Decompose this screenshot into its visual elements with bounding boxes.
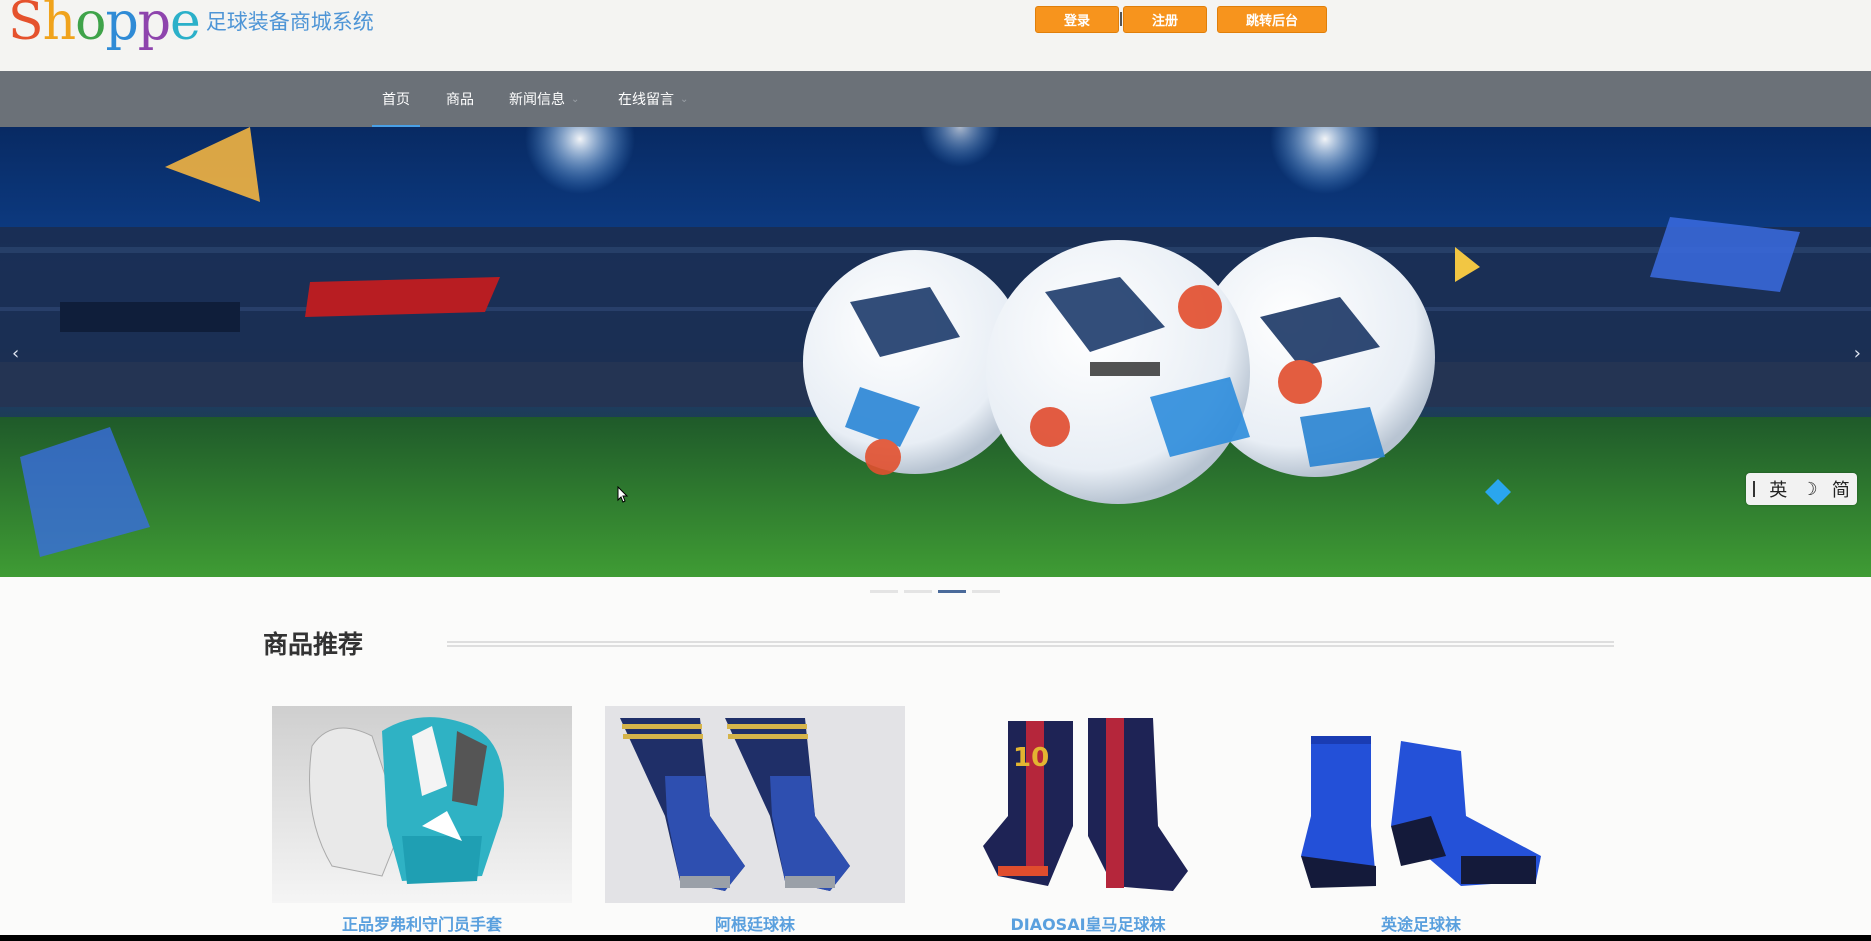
svg-text:10: 10: [1013, 743, 1049, 773]
nav-item-messages[interactable]: 在线留言 ⌄: [618, 71, 688, 127]
product-card[interactable]: 英途足球袜: [1271, 706, 1571, 935]
ime-toolbar[interactable]: 英 ☽ 简: [1746, 473, 1857, 505]
banner-image: [0, 127, 1871, 577]
register-button[interactable]: 注册: [1123, 6, 1207, 33]
mouse-cursor-icon: [617, 486, 629, 503]
carousel-indicator[interactable]: [972, 590, 1000, 593]
product-image[interactable]: [1271, 706, 1571, 903]
ime-language-toggle[interactable]: 英: [1769, 476, 1787, 502]
logo[interactable]: Shoppe 足球装备商城系统: [8, 0, 374, 50]
product-name[interactable]: 正品罗弗利守门员手套: [272, 911, 572, 935]
product-name[interactable]: 阿根廷球袜: [605, 911, 905, 935]
main-nav: 首页 商品 新闻信息 ⌄ 在线留言 ⌄: [0, 71, 1871, 127]
product-image[interactable]: [272, 706, 572, 903]
section-divider: [447, 641, 1614, 647]
ime-script-toggle[interactable]: 简: [1832, 476, 1850, 502]
page: Shoppe 足球装备商城系统 登录 注册 跳转后台 首页 商品 新闻信息 ⌄ …: [0, 0, 1871, 935]
chevron-down-icon: ⌄: [571, 93, 580, 105]
nav-item-messages-label: 在线留言: [618, 92, 674, 108]
moon-icon[interactable]: ☽: [1802, 479, 1818, 500]
section-title: 商品推荐: [263, 630, 364, 659]
product-card[interactable]: 阿根廷球袜: [605, 706, 905, 935]
product-card[interactable]: 正品罗弗利守门员手套: [272, 706, 572, 935]
product-image[interactable]: [605, 706, 905, 903]
carousel-indicator-active[interactable]: [938, 590, 966, 593]
login-button[interactable]: 登录: [1035, 6, 1119, 33]
nav-item-goods[interactable]: 商品: [446, 71, 474, 127]
carousel-prev-button[interactable]: ‹: [12, 343, 19, 364]
carousel-indicators: [870, 590, 1000, 593]
product-name[interactable]: DIAOSAI皇马足球袜: [938, 911, 1238, 935]
ime-handle-icon[interactable]: [1753, 481, 1756, 497]
product-name[interactable]: 英途足球袜: [1271, 911, 1571, 935]
header: Shoppe 足球装备商城系统 登录 注册 跳转后台: [0, 0, 1871, 71]
site-name: 足球装备商城系统: [205, 10, 374, 34]
button-divider: [1120, 12, 1122, 26]
hero-carousel[interactable]: ‹ › 英 ☽ 简: [0, 127, 1871, 577]
product-card[interactable]: 10 DIAOSAI皇马足球袜: [938, 706, 1238, 935]
nav-item-news-label: 新闻信息: [509, 92, 565, 108]
chevron-down-icon: ⌄: [680, 93, 689, 105]
carousel-indicator[interactable]: [904, 590, 932, 593]
nav-item-news[interactable]: 新闻信息 ⌄: [509, 71, 579, 127]
product-image[interactable]: 10: [938, 706, 1238, 903]
carousel-next-button[interactable]: ›: [1854, 343, 1861, 364]
admin-button[interactable]: 跳转后台: [1217, 6, 1327, 33]
logo-wordmark: Shoppe: [8, 0, 201, 52]
carousel-indicator[interactable]: [870, 590, 898, 593]
nav-item-home[interactable]: 首页: [364, 71, 428, 127]
